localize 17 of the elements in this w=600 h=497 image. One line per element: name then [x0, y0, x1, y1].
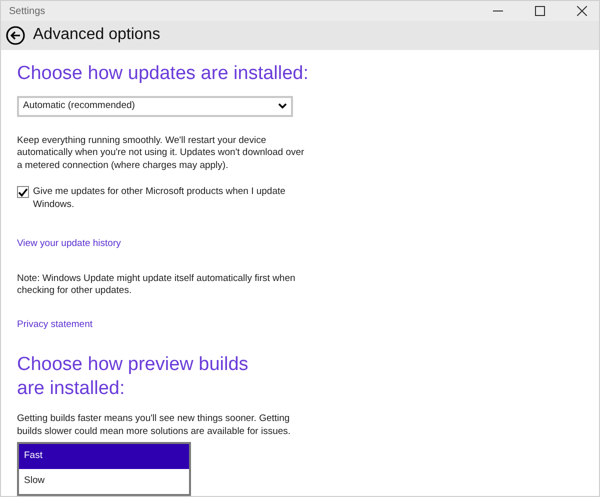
checkbox[interactable]	[17, 186, 29, 198]
chevron-icon	[278, 103, 287, 109]
privacy-link[interactable]: Privacy statement	[17, 318, 92, 330]
list-option[interactable]: Fast	[19, 444, 189, 469]
checkbox-label: Give me updates for other Microsoft products when I update Windows.	[33, 186, 286, 211]
note-text: Note: Windows Update might update itself automatically first when checking for other updates.	[17, 272, 296, 298]
close-icon[interactable]	[577, 6, 587, 16]
update-history-link[interactable]: View your update history	[17, 238, 121, 249]
description-text: Keep everything running smoothly. We'll restart your device automatically when you're not using it. Updates won't download over a metered connection (where charges may apply).	[17, 134, 306, 172]
maximize-icon[interactable]	[535, 6, 545, 16]
update-mode-dropdown[interactable]: Automatic (recommended)	[17, 96, 293, 116]
description-text: Getting builds faster means you'll see new things sooner. Getting builds slower could mean more solutions are available for issues.	[17, 413, 292, 438]
page-title: Advanced options	[33, 25, 160, 46]
back-icon[interactable]	[6, 26, 25, 45]
section-heading: Choose how preview builds are installed:	[17, 353, 250, 401]
section-heading: Choose how updates are installed:	[17, 62, 310, 86]
window-title: Settings	[9, 4, 46, 19]
